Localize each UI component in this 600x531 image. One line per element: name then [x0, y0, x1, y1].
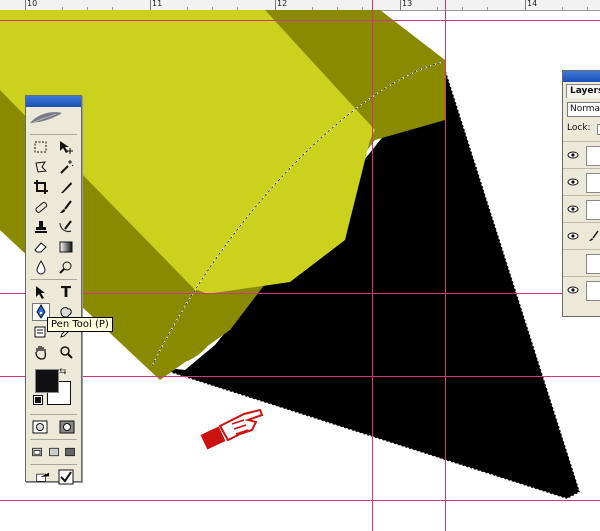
layer-row[interactable]	[563, 222, 600, 249]
layer-row[interactable]	[563, 141, 600, 168]
brush-icon	[589, 230, 599, 241]
zoom-tool-icon[interactable]	[57, 343, 75, 361]
lasso-tool-icon[interactable]	[32, 158, 50, 176]
feather-logo-icon[interactable]	[26, 110, 66, 126]
foreground-color-swatch[interactable]	[35, 369, 59, 393]
canvas-area[interactable]: 10 11 12 13 14 T ⇆ Pen Tool (P) Layers N…	[0, 0, 600, 531]
horizontal-guide[interactable]	[0, 376, 600, 377]
vertical-guide[interactable]	[445, 0, 446, 531]
dodge-tool-icon[interactable]	[57, 258, 75, 276]
swap-colors-icon[interactable]: ⇆	[59, 367, 67, 377]
layer-thumbnail	[586, 281, 600, 301]
eye-icon[interactable]	[567, 203, 579, 215]
blur-tool-icon[interactable]	[32, 258, 50, 276]
tools-palette-titlebar[interactable]	[26, 96, 81, 107]
clone-stamp-tool-icon[interactable]	[32, 218, 50, 236]
crop-tool-icon[interactable]	[32, 178, 50, 196]
layer-row[interactable]	[563, 276, 600, 303]
horizontal-guide[interactable]	[0, 293, 600, 294]
standard-screen-mode-icon[interactable]	[30, 443, 44, 461]
eye-icon[interactable]	[567, 230, 579, 242]
horizontal-guide[interactable]	[0, 500, 600, 501]
jump-to-imageready-icon[interactable]	[32, 468, 56, 486]
path-selection-tool-icon[interactable]	[32, 283, 50, 301]
gradient-tool-icon[interactable]	[57, 238, 75, 256]
move-tool-icon[interactable]	[57, 138, 75, 156]
full-screen-mode-icon[interactable]	[63, 443, 77, 461]
layer-row[interactable]	[563, 249, 600, 276]
layer-thumbnail	[586, 254, 600, 274]
layers-panel: Layers Normal Lock:	[562, 70, 600, 317]
eye-icon[interactable]	[567, 149, 579, 161]
hand-cursor-icon	[200, 408, 264, 450]
layers-panel-titlebar[interactable]	[563, 71, 600, 82]
lock-label: Lock:	[567, 123, 591, 133]
horizontal-guide[interactable]	[0, 20, 600, 21]
color-swatches: ⇆	[32, 366, 75, 412]
full-screen-menu-mode-icon[interactable]	[47, 443, 61, 461]
vertical-guide[interactable]	[372, 0, 373, 531]
pen-tool-tooltip: Pen Tool (P)	[47, 317, 113, 332]
marquee-tool-icon[interactable]	[32, 138, 50, 156]
default-colors-icon[interactable]	[33, 395, 43, 405]
eraser-tool-icon[interactable]	[32, 238, 50, 256]
slice-tool-icon[interactable]	[57, 178, 75, 196]
magic-wand-tool-icon[interactable]	[57, 158, 75, 176]
history-brush-tool-icon[interactable]	[57, 218, 75, 236]
layer-row[interactable]	[563, 168, 600, 195]
eye-icon[interactable]	[567, 284, 579, 296]
hand-tool-icon[interactable]	[32, 343, 50, 361]
brush-tool-icon[interactable]	[57, 198, 75, 216]
type-tool-icon[interactable]: T	[57, 283, 75, 301]
layer-thumbnail	[586, 200, 600, 220]
layer-thumbnail	[586, 146, 600, 166]
checkmark-icon[interactable]	[57, 468, 75, 486]
tools-palette: T ⇆	[25, 95, 82, 485]
layer-row[interactable]	[563, 195, 600, 222]
healing-brush-tool-icon[interactable]	[32, 198, 50, 216]
layers-tab[interactable]: Layers	[566, 84, 600, 98]
standard-mode-icon[interactable]	[31, 418, 49, 436]
layer-thumbnail	[586, 173, 600, 193]
blend-mode-select[interactable]: Normal	[567, 102, 600, 117]
eye-icon[interactable]	[567, 176, 579, 188]
artwork	[0, 10, 581, 500]
quick-mask-mode-icon[interactable]	[58, 418, 76, 436]
